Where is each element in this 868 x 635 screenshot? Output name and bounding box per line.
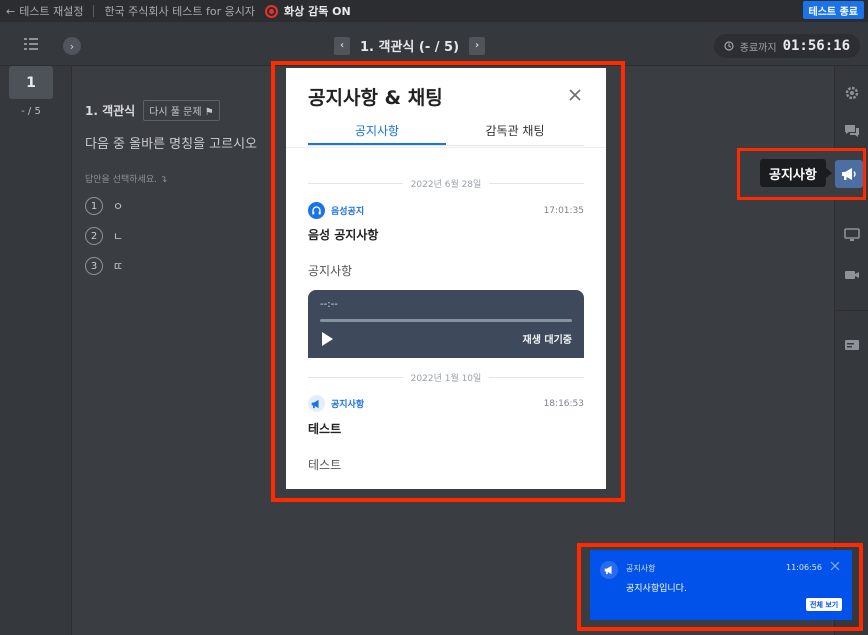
announcement-body: 공지사항 [308,264,353,278]
end-test-button[interactable]: 테스트 종료 [802,1,864,19]
return-arrow-icon: ↴ [159,175,168,185]
notice-chat-modal: 공지사항 & 채팅 공지사항 감독관 채팅 2022년 6월 28일 음성공지 … [286,68,606,489]
announcement-type: 공지사항 [331,400,365,410]
gear-icon[interactable] [843,84,861,102]
chevron-right-icon: › [69,39,75,53]
timer-value: 01:56:16 [782,38,850,54]
top-bar: ← 테스트 재설정 한국 주식회사 테스트 for 응시자 화상 감독 ON 테… [0,0,868,22]
close-icon[interactable] [568,88,582,102]
option-label: ㄸ [113,260,124,273]
announcement-body: 테스트 [308,458,342,472]
review-later-button[interactable]: 다시 풀 문제 ⚑ [143,100,220,121]
option-label: ㅇ [113,200,124,213]
camera-icon[interactable] [843,266,861,284]
question-type: 1. 객관식 [85,104,136,118]
chat-icon[interactable] [843,122,861,140]
question-pager: ‹ 1. 객관식 (- / 5) › [334,36,486,55]
question-area: 1. 객관식 다시 풀 문제 ⚑ 다음 중 올바른 명칭을 고르시오 답안을 선… [85,100,257,275]
date-label: 2022년 6월 28일 [410,180,482,190]
notice-button[interactable] [835,160,863,188]
review-later-label: 다시 풀 문제 [149,107,202,118]
close-icon[interactable] [830,561,840,571]
announcement-title: 테스트 [308,422,342,436]
answer-hint-label: 답안을 선택하세요. [85,175,157,185]
answer-hint: 답안을 선택하세요. ↴ [85,172,257,185]
announcement-header: 음성공지 17:01:35 [308,202,584,219]
proctor-status: 화상 감독 ON [265,3,351,19]
monitor-icon[interactable] [843,226,861,244]
tab-notice[interactable]: 공지사항 [308,122,446,145]
headphones-icon [308,202,325,219]
answer-option[interactable]: 1 ㅇ [85,197,257,215]
expand-sidebar-button[interactable]: › [63,37,81,55]
question-nav-bar: › ‹ 1. 객관식 (- / 5) › 종료까지 01:56:16 [0,22,868,66]
question-title: 1. 객관식 (- / 5) [360,40,460,55]
notice-toast: 공지사항 11:06:56 공지사항입니다. 전체 보기 [590,550,852,620]
modal-title: 공지사항 & 채팅 [308,87,443,109]
player-progress-bar[interactable] [320,319,572,322]
play-icon[interactable] [322,332,333,346]
toast-message: 공지사항입니다. [626,584,687,594]
question-header: 1. 객관식 다시 풀 문제 ⚑ [85,100,257,121]
announcement-time: 18:16:53 [543,398,584,409]
test-name: 한국 주식회사 테스트 for 응시자 [104,5,255,18]
notice-tooltip: 공지사항 [760,159,832,187]
megaphone-icon [842,168,856,180]
announcement-type: 음성공지 [331,207,365,217]
view-all-button[interactable]: 전체 보기 [806,598,843,611]
player-time: --:-- [320,299,338,310]
flag-icon: ⚑ [204,107,214,118]
prev-question-button[interactable]: ‹ [334,36,350,55]
timer: 종료까지 01:56:16 [713,34,860,58]
arrow-left-icon: ← [6,4,16,18]
question-number-button[interactable]: 1 [9,66,53,99]
megaphone-icon [308,395,325,412]
question-text: 다음 중 올바른 명칭을 고르시오 [85,137,258,152]
clock-icon [724,41,734,51]
player-status: 재생 대기중 [522,335,572,346]
tab-proctor-chat[interactable]: 감독관 채팅 [446,122,584,145]
proctor-status-label: 화상 감독 ON [284,5,351,18]
option-number: 2 [85,227,103,245]
reset-test-label: 테스트 재설정 [19,5,84,18]
question-progress: - / 5 [21,106,41,117]
notice-tooltip-highlight: 공지사항 [737,148,866,200]
date-separator: 2022년 1월 10일 [308,371,584,384]
divider [835,310,868,311]
answer-option[interactable]: 3 ㄸ [85,257,257,275]
option-number: 3 [85,257,103,275]
date-separator: 2022년 6월 28일 [308,177,584,190]
option-number: 1 [85,197,103,215]
toast-type: 공지사항 [626,564,656,573]
timer-label: 종료까지 [739,42,777,54]
divider [93,5,95,17]
option-label: ㄴ [113,230,124,243]
divider [286,147,606,148]
memo-icon[interactable] [843,336,861,354]
record-icon [265,4,278,18]
announcement-time: 17:01:35 [543,205,584,216]
modal-tabs: 공지사항 감독관 채팅 [308,122,584,146]
reset-test-link[interactable]: ← 테스트 재설정 [6,3,83,19]
toast-time: 11:06:56 [786,563,822,572]
date-label: 2022년 1월 10일 [410,374,482,384]
question-sidebar: 1 - / 5 [0,66,72,635]
megaphone-icon [600,561,618,579]
question-list-icon[interactable] [24,38,38,50]
audio-player: --:-- 재생 대기중 [308,290,584,358]
next-question-button[interactable]: › [469,36,486,55]
announcement-header: 공지사항 18:16:53 [308,395,584,412]
announcement-title: 음성 공지사항 [308,228,379,242]
answer-option[interactable]: 2 ㄴ [85,227,257,245]
